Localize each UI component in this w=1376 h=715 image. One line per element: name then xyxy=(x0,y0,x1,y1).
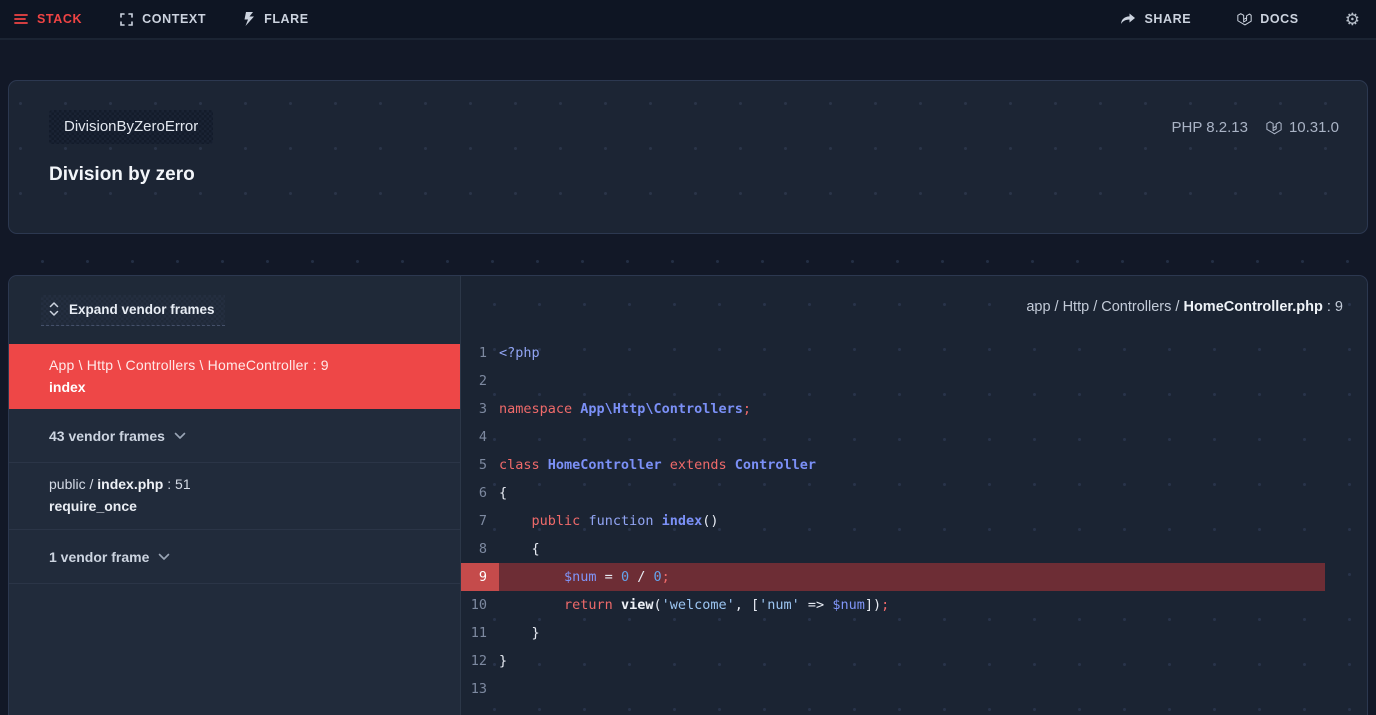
expand-vendor-frames-button[interactable]: Expand vendor frames xyxy=(41,295,225,326)
framework-version: 10.31.0 xyxy=(1289,119,1339,136)
tab-flare-label: FLARE xyxy=(264,12,309,26)
line-number: 7 xyxy=(461,507,499,535)
share-button[interactable]: SHARE xyxy=(1120,12,1191,26)
line-number: 1 xyxy=(461,339,499,367)
frame-path: App \ Http \ Controllers \ HomeControlle… xyxy=(49,357,444,373)
line-number: 9 xyxy=(461,563,499,591)
code-line: 6{ xyxy=(461,479,1325,507)
share-icon xyxy=(1120,13,1136,26)
code-line: 12} xyxy=(461,647,1325,675)
sidebar-header: Expand vendor frames xyxy=(9,276,460,344)
tab-stack[interactable]: STACK xyxy=(14,12,82,26)
chevron-down-icon xyxy=(174,432,186,440)
line-number: 2 xyxy=(461,367,499,395)
line-number: 13 xyxy=(461,675,499,703)
nav-actions: SHARE DOCS ⚙ xyxy=(1120,11,1360,28)
error-meta: PHP 8.2.13 10.31.0 xyxy=(1172,119,1340,136)
collapsed-vendor-frames-label: 1 vendor frame xyxy=(49,549,149,565)
framework-version-chip: 10.31.0 xyxy=(1266,119,1339,136)
line-number: 8 xyxy=(461,535,499,563)
collapsed-vendor-frames[interactable]: 1 vendor frame xyxy=(9,530,460,584)
error-message: Division by zero xyxy=(49,164,1367,186)
code-line: 3namespace App\Http\Controllers; xyxy=(461,395,1325,423)
context-icon xyxy=(120,13,133,26)
line-number: 11 xyxy=(461,619,499,647)
code-text: <?php xyxy=(499,339,1325,367)
code-panel: app / Http / Controllers / HomeControlle… xyxy=(461,276,1367,715)
tab-context[interactable]: CONTEXT xyxy=(120,12,206,26)
frame-path: public / index.php : 51 xyxy=(49,476,444,492)
docs-button[interactable]: DOCS xyxy=(1237,12,1299,27)
code-text: } xyxy=(499,619,1325,647)
frame-method: index xyxy=(49,379,444,395)
line-number: 4 xyxy=(461,423,499,451)
code-text xyxy=(499,675,1325,703)
code-line: 13 xyxy=(461,675,1325,703)
stack-trace-card: Expand vendor frames App \ Http \ Contro… xyxy=(8,275,1368,715)
code-line: 4 xyxy=(461,423,1325,451)
tab-context-label: CONTEXT xyxy=(142,12,206,26)
line-number: 6 xyxy=(461,479,499,507)
laravel-icon xyxy=(1237,12,1252,27)
code-text: class HomeController extends Controller xyxy=(499,451,1325,479)
code-text: { xyxy=(499,535,1325,563)
code-lines: 1<?php23namespace App\Http\Controllers;4… xyxy=(461,339,1367,703)
stack-frame-active[interactable]: App \ Http \ Controllers \ HomeControlle… xyxy=(9,344,460,409)
line-number: 12 xyxy=(461,647,499,675)
error-card: DivisionByZeroError Division by zero PHP… xyxy=(8,80,1368,234)
tab-flare[interactable]: FLARE xyxy=(244,12,309,26)
code-text: namespace App\Http\Controllers; xyxy=(499,395,1325,423)
sidebar-empty-area xyxy=(9,584,460,715)
collapsed-vendor-frames[interactable]: 43 vendor frames xyxy=(9,409,460,463)
chevron-down-icon xyxy=(158,553,170,561)
code-line: 11 } xyxy=(461,619,1325,647)
code-text: public function index() xyxy=(499,507,1325,535)
php-version: PHP 8.2.13 xyxy=(1172,119,1248,136)
code-line-highlighted: 9 $num = 0 / 0; xyxy=(461,563,1325,591)
exception-class-badge[interactable]: DivisionByZeroError xyxy=(49,110,213,144)
line-number: 3 xyxy=(461,395,499,423)
top-nav: STACK CONTEXT FLARE SHARE DOCS ⚙ xyxy=(0,0,1376,40)
code-text xyxy=(499,423,1325,451)
frame-method: require_once xyxy=(49,498,444,514)
code-line: 8 { xyxy=(461,535,1325,563)
code-text: $num = 0 / 0; xyxy=(499,563,1325,591)
code-text: return view('welcome', ['num' => $num]); xyxy=(499,591,1325,619)
line-number: 5 xyxy=(461,451,499,479)
stack-frame[interactable]: public / index.php : 51 require_once xyxy=(9,463,460,530)
code-line: 7 public function index() xyxy=(461,507,1325,535)
code-text: } xyxy=(499,647,1325,675)
flare-icon xyxy=(244,12,255,26)
code-line: 10 return view('welcome', ['num' => $num… xyxy=(461,591,1325,619)
code-text xyxy=(499,367,1325,395)
tab-stack-label: STACK xyxy=(37,12,82,26)
laravel-icon xyxy=(1266,120,1282,136)
unfold-icon xyxy=(49,302,59,316)
docs-label: DOCS xyxy=(1260,12,1299,26)
expand-vendor-frames-label: Expand vendor frames xyxy=(69,302,215,317)
line-number: 10 xyxy=(461,591,499,619)
code-line: 5class HomeController extends Controller xyxy=(461,451,1325,479)
code-line: 2 xyxy=(461,367,1325,395)
code-text: { xyxy=(499,479,1325,507)
file-breadcrumb[interactable]: app / Http / Controllers / HomeControlle… xyxy=(1026,299,1343,315)
stack-frames-sidebar: Expand vendor frames App \ Http \ Contro… xyxy=(9,276,461,715)
share-label: SHARE xyxy=(1144,12,1191,26)
gear-icon[interactable]: ⚙ xyxy=(1345,11,1360,28)
code-line: 1<?php xyxy=(461,339,1325,367)
stack-icon xyxy=(14,13,28,25)
collapsed-vendor-frames-label: 43 vendor frames xyxy=(49,428,165,444)
